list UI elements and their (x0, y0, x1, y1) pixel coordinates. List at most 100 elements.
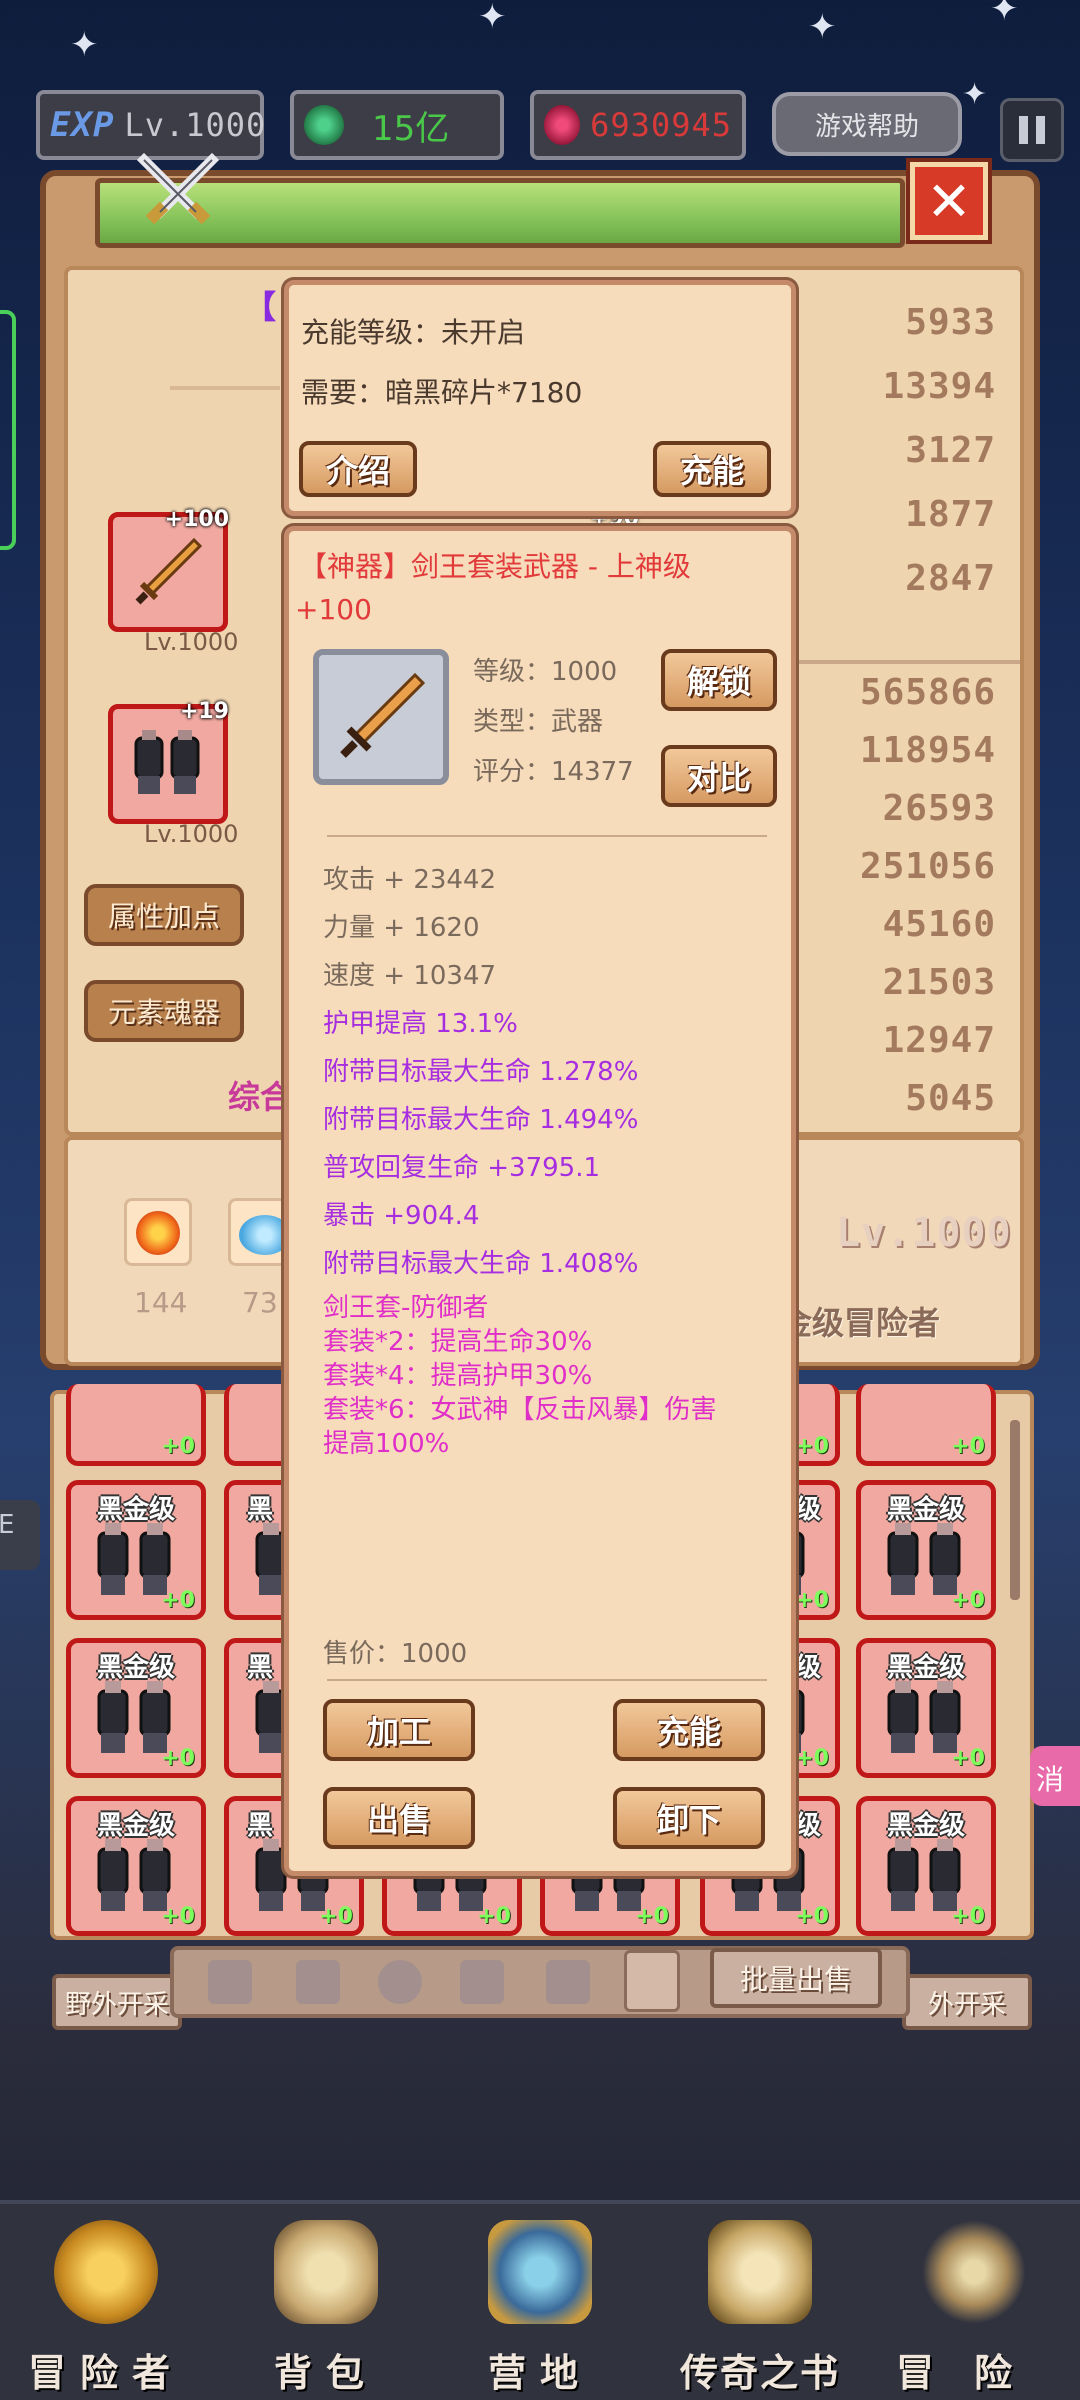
inventory-item[interactable]: 黑金级 +0 (66, 1796, 206, 1936)
charge-requirement: 需要：暗黑碎片*7180 (301, 376, 583, 409)
base-stat: 力量 + 1620 (323, 913, 480, 943)
enhance-level: +0 (319, 1904, 353, 1929)
set-bonus: 套装*6：女武神【反击风暴】伤害 (323, 1395, 717, 1425)
bonus-stat: 附带目标最大生命 1.408% (323, 1249, 639, 1279)
bonus-stat: 暴击 +904.4 (323, 1201, 480, 1231)
left-edge-frame (0, 310, 16, 550)
red-gem-box: 6930945 (530, 90, 746, 160)
enhance-level: +0 (951, 1588, 985, 1613)
enhance-level: +0 (477, 1904, 511, 1929)
inventory-item[interactable]: 黑金级 +0 (856, 1638, 996, 1778)
player-rank: 金级冒险者 (780, 1304, 941, 1342)
tab-gloves[interactable] (624, 1950, 680, 2012)
item-grade: 黑金级 (886, 1811, 965, 1841)
inventory-item[interactable]: 黑金级 +0 (856, 1796, 996, 1936)
pause-button[interactable] (1000, 98, 1064, 162)
stat-column-lower: 565866 118954 26593 251056 45160 21503 1… (800, 668, 996, 1148)
nav-adventure[interactable]: 冒险 (874, 2220, 1074, 2400)
item-detail-popup: 【神器】剑王套装武器 - 上神级 +100 等级：1000 类型：武器 评分：1… (284, 526, 796, 1876)
inventory-scrollbar[interactable] (1010, 1420, 1020, 1600)
summary-label: 综合 (228, 1078, 293, 1116)
stat-value: 1877 (905, 494, 996, 535)
star-icon: ✦ (478, 0, 507, 37)
fire-essence-count: 144 (134, 1286, 188, 1319)
base-stat: 速度 + 10347 (323, 961, 497, 991)
book-icon (708, 2220, 812, 2324)
consume-tag[interactable]: 消 (1030, 1746, 1080, 1806)
crown-icon (54, 2220, 158, 2324)
enhance-level: +0 (951, 1434, 985, 1459)
star-icon: ✦ (990, 0, 1019, 29)
sell-button[interactable]: 出售 (323, 1787, 475, 1849)
tab-armor[interactable] (296, 1960, 340, 2004)
inventory-item[interactable]: 黑金级 +0 (66, 1638, 206, 1778)
enhance-level: +0 (795, 1904, 829, 1929)
charge-button[interactable]: 充能 (653, 441, 771, 497)
sell-price: 售价：1000 (323, 1639, 468, 1669)
inventory-item[interactable]: +0 (66, 1384, 206, 1466)
unequip-button[interactable]: 卸下 (613, 1787, 765, 1849)
divider (327, 1679, 767, 1681)
stat-value: 13394 (882, 366, 996, 407)
bulk-sell-button[interactable]: 批量出售 (710, 1948, 882, 2008)
unlock-button[interactable]: 解锁 (661, 649, 777, 711)
stat-value: 251056 (859, 846, 996, 887)
game-help-button[interactable]: 游戏帮助 (772, 92, 962, 156)
nav-backpack[interactable]: 背包 (226, 2220, 426, 2400)
sword-icon (135, 537, 203, 605)
inventory-item[interactable]: 黑金级 +0 (856, 1480, 996, 1620)
element-soul-button[interactable]: 元素魂器 (84, 980, 244, 1042)
gloves-level: Lv.1000 (144, 820, 239, 848)
inventory-item[interactable]: +0 (856, 1384, 996, 1466)
sword-icon (922, 2220, 1026, 2324)
inventory-item[interactable]: 黑金级 +0 (66, 1480, 206, 1620)
stat-value: 3127 (905, 430, 996, 471)
item-name: 【神器】剑王套装武器 - 上神级 (299, 550, 691, 583)
compare-button[interactable]: 对比 (661, 745, 777, 807)
close-button[interactable]: ✕ (906, 158, 992, 244)
charge-item-button[interactable]: 充能 (613, 1699, 765, 1761)
process-button[interactable]: 加工 (323, 1699, 475, 1761)
field-mining-sign[interactable]: 野外开采 (52, 1974, 182, 2030)
divider (790, 660, 1020, 664)
set-bonus: 提高100% (323, 1429, 450, 1459)
weapon-slot[interactable]: +100 (108, 507, 229, 632)
nav-adventurer[interactable]: 冒险者 (6, 2220, 206, 2400)
tab-helmet[interactable] (378, 1960, 422, 2004)
gloves-slot[interactable]: +19 (108, 699, 229, 824)
item-icon-frame (313, 649, 449, 785)
camp-flag-icon (488, 2220, 592, 2324)
attribute-points-button[interactable]: 属性加点 (84, 884, 244, 946)
green-gem-count: 15亿 (372, 108, 450, 149)
bonus-stat: 附带目标最大生命 1.278% (323, 1057, 639, 1087)
star-icon: ✦ (808, 7, 837, 47)
tab-weapon[interactable] (208, 1960, 252, 2004)
green-gem-box: 15亿 (290, 90, 504, 160)
nav-legend-book[interactable]: 传奇之书 (660, 2220, 860, 2400)
star-icon: ✦ (962, 77, 988, 112)
crossed-swords-icon (136, 152, 220, 236)
nav-camp[interactable]: 营地 (440, 2220, 640, 2400)
set-bonus: 套装*4：提高护甲30% (323, 1361, 593, 1391)
bonus-stat: 普攻回复生命 +3795.1 (323, 1153, 601, 1183)
tab-boots[interactable] (460, 1960, 504, 2004)
pause-icon (1036, 116, 1045, 144)
item-enhance: +100 (295, 593, 372, 626)
enhance-level: +19 (179, 699, 229, 724)
gauntlets-icon (134, 730, 200, 794)
item-level: 等级：1000 (473, 657, 618, 687)
stat-value: 21503 (882, 962, 996, 1003)
tab-accessory[interactable] (546, 1960, 590, 2004)
set-name: 剑王套-防御者 (323, 1293, 489, 1323)
enhance-level: +0 (795, 1434, 829, 1459)
item-grade: 级 (794, 1653, 821, 1683)
enhance-level: +0 (951, 1904, 985, 1929)
enhance-level: +100 (164, 507, 229, 532)
nav-label: 冒险者 (27, 2351, 184, 2395)
green-gem-icon (304, 105, 344, 145)
intro-button[interactable]: 介绍 (299, 441, 417, 497)
star-icon: ✦ (70, 25, 99, 65)
stat-value: 5933 (905, 302, 996, 343)
nav-label: 营地 (487, 2351, 592, 2395)
field-mining-sign-right[interactable]: 外开采 (902, 1974, 1032, 2030)
